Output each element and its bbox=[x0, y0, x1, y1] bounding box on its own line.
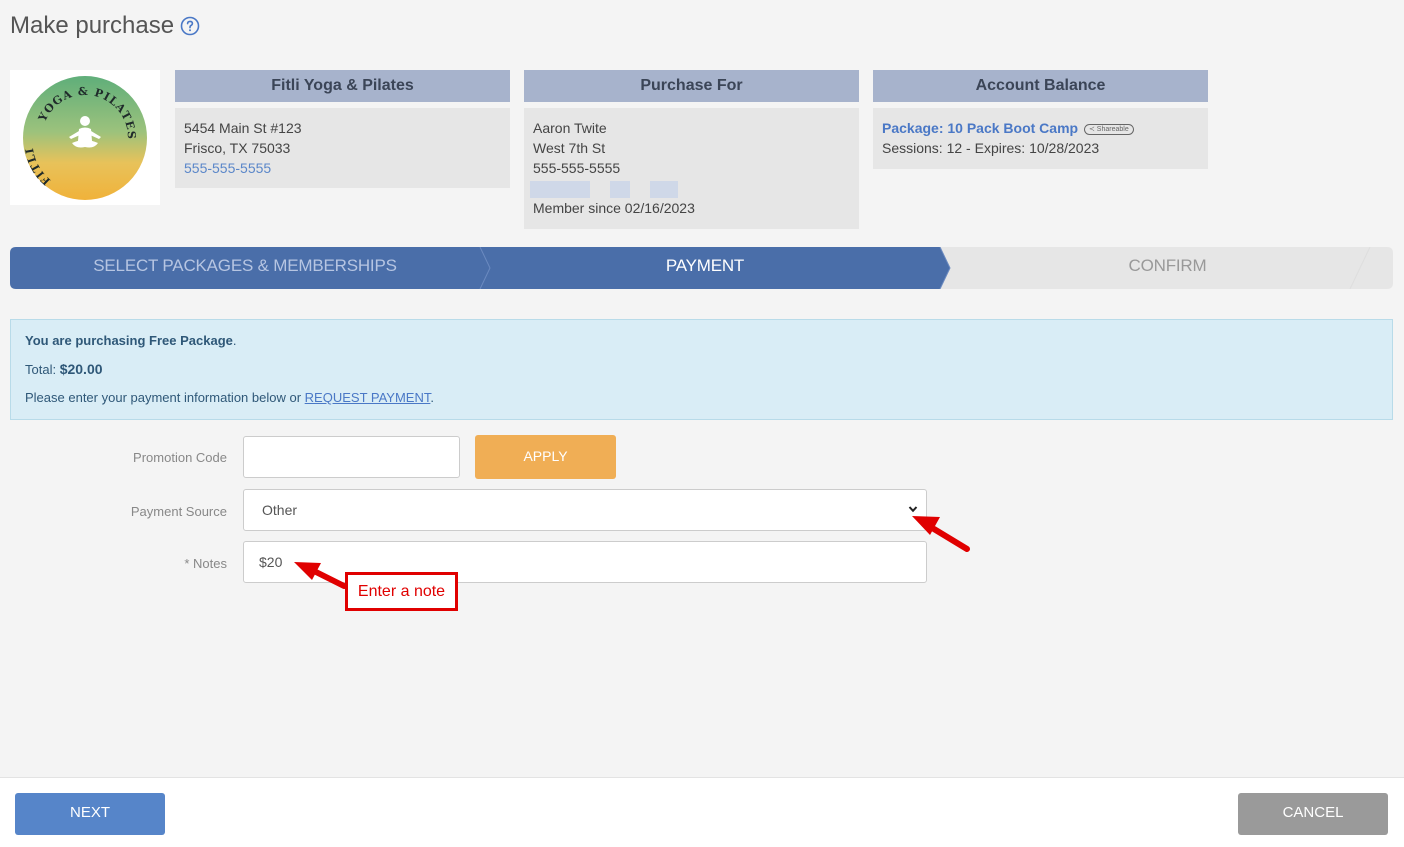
purchase-for-header: Purchase For bbox=[524, 70, 859, 102]
promo-code-label: Promotion Code bbox=[133, 450, 227, 465]
customer-street: West 7th St bbox=[533, 140, 606, 156]
payment-instruction: Please enter your payment information be… bbox=[25, 390, 434, 405]
purchase-stepper: SELECT PACKAGES & MEMBERSHIPS PAYMENT CO… bbox=[10, 247, 1393, 289]
note-callout: Enter a note bbox=[345, 572, 458, 611]
business-name-header: Fitli Yoga & Pilates bbox=[175, 70, 510, 102]
step-confirm: CONFIRM bbox=[1128, 256, 1207, 275]
help-icon[interactable] bbox=[180, 16, 200, 36]
page-title-text: Make purchase bbox=[10, 12, 175, 39]
package-name: Free Package bbox=[149, 333, 233, 348]
business-logo: YOGA & PILATES FITLI bbox=[10, 70, 160, 205]
package-link[interactable]: Package: 10 Pack Boot Camp bbox=[882, 120, 1078, 136]
customer-name: Aaron Twite bbox=[533, 120, 607, 136]
expiration-date: Expires: 10/28/2023 bbox=[974, 140, 1100, 156]
payment-source-value: Other bbox=[262, 502, 298, 518]
business-address-line1: 5454 Main St #123 bbox=[184, 120, 302, 136]
customer-phone: 555-555-5555 bbox=[533, 160, 621, 176]
page-title: Make purchase bbox=[10, 12, 200, 40]
payment-source-select[interactable]: Other bbox=[243, 489, 927, 531]
step-payment: PAYMENT bbox=[665, 256, 745, 275]
shareable-badge: ≺ Shareable bbox=[1083, 124, 1134, 135]
account-balance-header: Account Balance bbox=[873, 70, 1208, 102]
promo-code-input[interactable] bbox=[243, 436, 460, 478]
apply-button[interactable]: APPLY bbox=[475, 435, 616, 479]
business-phone-link[interactable]: 555-555-5555 bbox=[184, 158, 501, 178]
footer-bar: NEXT CANCEL bbox=[0, 777, 1404, 847]
purchasing-line: You are purchasing Free Package. bbox=[25, 333, 237, 348]
next-button[interactable]: NEXT bbox=[15, 793, 165, 835]
account-balance-card: Account Balance Package: 10 Pack Boot Ca… bbox=[873, 70, 1208, 169]
purchase-for-card: Purchase For Aaron Twite West 7th St 555… bbox=[524, 70, 859, 229]
request-payment-link[interactable]: REQUEST PAYMENT bbox=[305, 390, 431, 405]
chevron-down-icon bbox=[908, 506, 918, 513]
total-line: Total: $20.00 bbox=[25, 361, 103, 377]
sessions-count: Sessions: 12 - bbox=[882, 140, 971, 156]
purchase-summary-alert: You are purchasing Free Package. Total: … bbox=[10, 319, 1393, 420]
logo-image: YOGA & PILATES FITLI bbox=[23, 75, 147, 200]
notes-label: * Notes bbox=[184, 556, 227, 571]
total-amount: $20.00 bbox=[59, 361, 103, 377]
business-address-line2: Frisco, TX 75033 bbox=[184, 140, 291, 156]
member-since: Member since 02/16/2023 bbox=[533, 200, 695, 216]
cancel-button[interactable]: CANCEL bbox=[1238, 793, 1388, 835]
redacted-info bbox=[530, 178, 850, 198]
step-select-packages[interactable]: SELECT PACKAGES & MEMBERSHIPS bbox=[10, 247, 480, 289]
notes-value: $20 bbox=[259, 554, 283, 570]
business-info-card: Fitli Yoga & Pilates 5454 Main St #123 F… bbox=[175, 70, 510, 188]
payment-source-label: Payment Source bbox=[130, 504, 227, 519]
